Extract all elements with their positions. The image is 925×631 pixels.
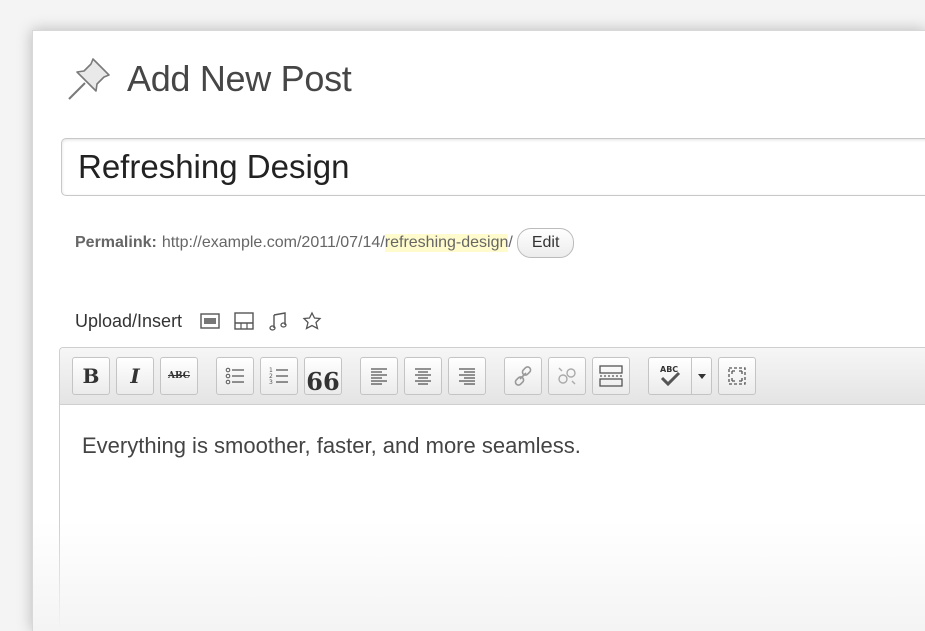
spellcheck-button[interactable]: ABC <box>648 357 692 395</box>
strikethrough-button[interactable]: ABC <box>160 357 198 395</box>
page-header: Add New Post <box>63 53 352 105</box>
more-tag-icon <box>599 365 623 387</box>
quote-icon: 66 <box>306 366 340 396</box>
align-center-button[interactable] <box>404 357 442 395</box>
permalink-slug[interactable]: refreshing-design <box>384 234 509 252</box>
post-content-editor: B I ABC 123 66 ABC Everything is smoothe… <box>59 347 925 631</box>
align-right-button[interactable] <box>448 357 486 395</box>
unlink-icon <box>558 367 576 385</box>
post-editor-card: Add New Post Refreshing Design Permalink… <box>32 30 925 631</box>
page-title: Add New Post <box>127 58 352 99</box>
upload-insert-label: Upload/Insert <box>75 310 183 331</box>
spellcheck-group: ABC <box>648 357 712 395</box>
editor-toolbar: B I ABC 123 66 ABC <box>60 348 925 405</box>
permalink-separator: / <box>508 234 513 251</box>
align-right-icon <box>459 368 475 385</box>
permalink-base: http://example.com/2011/07/14/ <box>161 234 385 251</box>
pushpin-icon <box>68 58 110 100</box>
post-content-text: Everything is smoother, faster, and more… <box>82 433 581 458</box>
bullet-list-icon <box>225 367 244 385</box>
add-audio-icon[interactable] <box>266 309 290 333</box>
blockquote-button[interactable]: 66 <box>304 357 342 396</box>
add-image-icon[interactable] <box>198 309 222 333</box>
bullet-list-button[interactable] <box>216 357 254 395</box>
numbered-list-button[interactable]: 123 <box>260 357 298 395</box>
spellcheck-dropdown[interactable] <box>692 357 712 395</box>
post-content-area[interactable]: Everything is smoother, faster, and more… <box>60 405 925 487</box>
align-left-button[interactable] <box>360 357 398 395</box>
align-center-icon <box>415 368 431 385</box>
add-media-icon[interactable] <box>300 309 324 333</box>
align-left-icon <box>371 368 387 385</box>
permalink-label: Permalink: <box>75 234 157 251</box>
italic-button[interactable]: I <box>116 357 154 395</box>
svg-text:ABC: ABC <box>660 365 678 374</box>
permalink-row: Permalink: http://example.com/2011/07/14… <box>75 228 575 258</box>
svg-text:3: 3 <box>269 379 273 386</box>
upload-insert-row: Upload/Insert <box>75 309 334 333</box>
link-icon <box>514 366 532 386</box>
post-title-value: Refreshing Design <box>78 148 350 185</box>
unlink-button[interactable] <box>548 357 586 395</box>
chevron-down-icon <box>697 374 706 379</box>
insert-more-button[interactable] <box>592 357 630 395</box>
spellcheck-icon: ABC <box>660 365 681 387</box>
edit-permalink-button[interactable]: Edit <box>516 228 575 258</box>
numbered-list-icon: 123 <box>269 367 288 386</box>
fullscreen-button[interactable] <box>718 357 756 395</box>
insert-link-button[interactable] <box>504 357 542 395</box>
add-video-icon[interactable] <box>232 309 256 333</box>
bold-button[interactable]: B <box>72 357 110 395</box>
post-title-input[interactable]: Refreshing Design <box>61 138 925 196</box>
fullscreen-icon <box>728 367 746 385</box>
